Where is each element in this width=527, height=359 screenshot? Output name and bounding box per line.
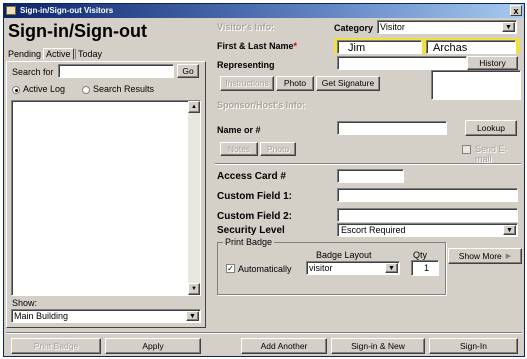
chevron-down-icon[interactable]: ▼ [186, 311, 199, 321]
show-select[interactable]: Main Building ▼ [11, 309, 201, 323]
name-label: First & Last Name* [217, 41, 298, 51]
sponsor-name-field[interactable] [337, 121, 447, 135]
print-badge-group-title: Print Badge [223, 237, 275, 247]
active-log-list[interactable]: ▲ ▼ [11, 100, 201, 296]
search-label: Search for [12, 67, 54, 77]
access-card-label: Access Card # [217, 171, 286, 182]
qty-label: Qty [413, 250, 428, 260]
category-label: Category [334, 23, 374, 33]
instructions-button[interactable]: Instructions [220, 76, 274, 91]
divider [215, 163, 521, 165]
lookup-button[interactable]: Lookup [465, 120, 517, 136]
scrollbar-track[interactable] [188, 113, 200, 283]
sign-in-button[interactable]: Sign-In [429, 338, 518, 354]
notes-button[interactable]: Notes [220, 142, 258, 156]
category-select[interactable]: Visitor ▼ [377, 20, 517, 34]
access-card-field[interactable] [337, 169, 404, 183]
badge-layout-select[interactable]: visitor ▼ [306, 261, 400, 275]
signature-box [431, 70, 521, 100]
qty-field[interactable]: 1 [411, 260, 439, 276]
search-input[interactable] [58, 64, 174, 78]
tab-today[interactable]: Today [75, 49, 104, 59]
automatically-label: Automatically [238, 264, 292, 274]
visitor-info-title: Visitor's Info: [217, 22, 274, 32]
scroll-down-icon[interactable]: ▼ [188, 283, 200, 295]
chevron-right-icon: ▶ [505, 252, 512, 260]
badge-layout-label: Badge Layout [316, 250, 372, 260]
chevron-down-icon[interactable]: ▼ [385, 263, 398, 273]
representing-field[interactable] [337, 56, 467, 70]
close-icon[interactable]: x [510, 5, 522, 16]
scroll-up-icon[interactable]: ▲ [188, 101, 200, 113]
show-more-button[interactable]: Show More ▶ [448, 248, 522, 264]
sponsor-photo-button[interactable]: Photo [260, 142, 296, 156]
get-signature-button[interactable]: Get Signature [316, 76, 380, 91]
last-name-field[interactable]: Archas [426, 40, 516, 54]
print-badge-button[interactable]: Print Badge [11, 338, 101, 354]
tab-active[interactable]: Active [43, 48, 74, 60]
custom-field-1-input[interactable] [337, 188, 518, 202]
go-button[interactable]: Go [177, 64, 199, 78]
custom-field-2-label: Custom Field 2: [217, 211, 293, 222]
security-level-select[interactable]: Escort Required ▼ [337, 223, 518, 237]
custom-field-1-label: Custom Field 1: [217, 191, 293, 202]
search-results-label: Search Results [93, 84, 155, 94]
active-log-label: Active Log [23, 84, 66, 94]
show-label: Show: [12, 298, 38, 308]
chevron-down-icon[interactable]: ▼ [503, 225, 516, 235]
log-tabs: Pending Active Today [6, 48, 206, 62]
apply-button[interactable]: Apply [105, 338, 201, 354]
required-mark: * [293, 41, 298, 51]
photo-button[interactable]: Photo [276, 76, 314, 91]
tab-pending[interactable]: Pending [6, 49, 43, 59]
automatically-checkbox[interactable]: ✓ [226, 264, 235, 273]
representing-label: Representing [217, 60, 275, 70]
history-button[interactable]: History [467, 56, 518, 70]
name-or-number-label: Name or # [217, 125, 261, 135]
title-bar[interactable]: Sign-in/Sign-out Visitors x [4, 4, 524, 18]
first-name-field[interactable]: Jim [337, 40, 422, 54]
visitors-window: Sign-in/Sign-out Visitors x Sign-in/Sign… [3, 3, 525, 357]
send-email-checkbox[interactable] [462, 145, 471, 154]
sponsor-info-title: Sponsor/Host's Info: [217, 100, 306, 110]
chevron-down-icon[interactable]: ▼ [502, 22, 515, 32]
window-title: Sign-in/Sign-out Visitors [20, 6, 114, 15]
security-level-label: Security Level [217, 225, 285, 236]
app-icon [6, 6, 16, 15]
page-title: Sign-in/Sign-out [8, 21, 147, 41]
footer-divider [6, 332, 522, 334]
active-log-radio[interactable] [12, 86, 20, 94]
custom-field-2-input[interactable] [337, 208, 518, 222]
sign-in-and-new-button[interactable]: Sign-in & New [331, 338, 425, 354]
send-email-label: Send E-mail [475, 144, 508, 164]
search-results-radio[interactable] [82, 86, 90, 94]
add-another-button[interactable]: Add Another [241, 338, 327, 354]
